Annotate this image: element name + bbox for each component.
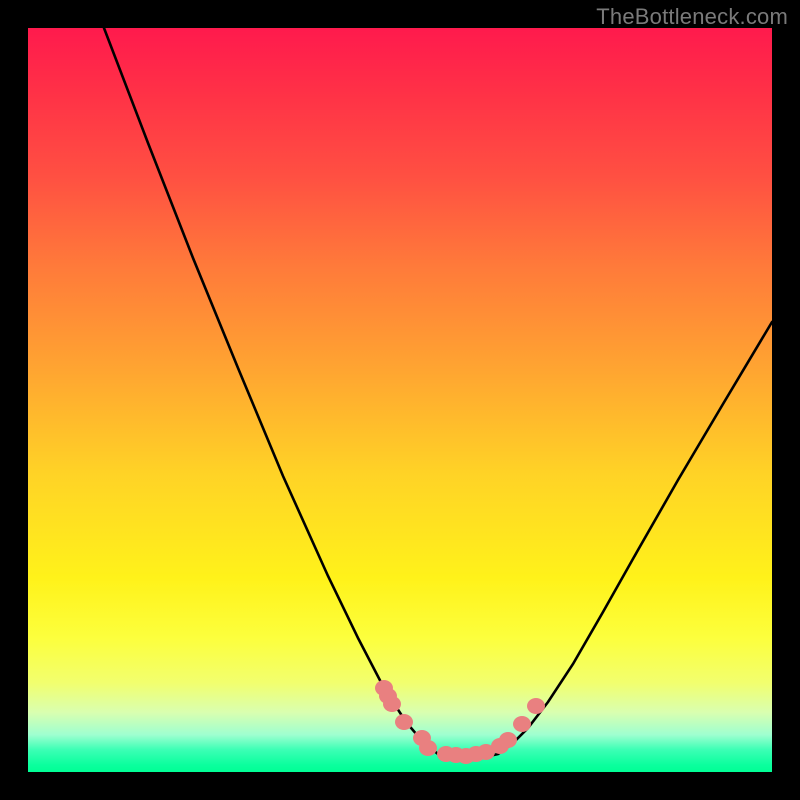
highlight-marker: [395, 714, 413, 730]
bottleneck-curve: [104, 28, 772, 758]
chart-frame: TheBottleneck.com: [0, 0, 800, 800]
highlight-marker: [499, 732, 517, 748]
bottleneck-curve-svg: [28, 28, 772, 772]
highlight-marker: [419, 740, 437, 756]
highlight-markers: [375, 680, 545, 764]
watermark-text: TheBottleneck.com: [596, 4, 788, 30]
plot-area: [28, 28, 772, 772]
highlight-marker: [513, 716, 531, 732]
highlight-marker: [527, 698, 545, 714]
highlight-marker: [383, 696, 401, 712]
